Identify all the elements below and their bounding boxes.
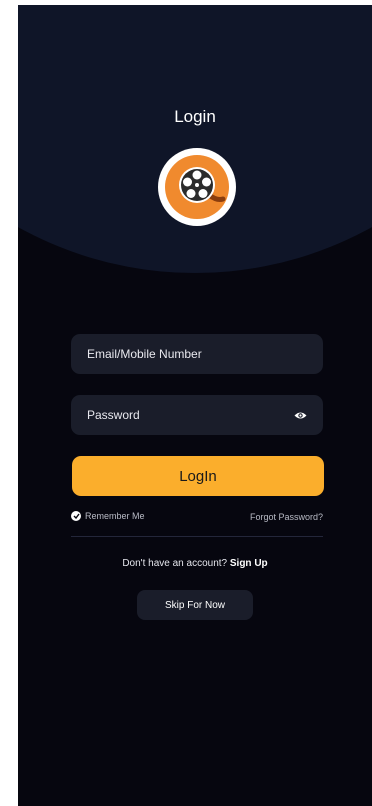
skip-for-now-button[interactable]: Skip For Now [137, 590, 253, 620]
header-background [18, 5, 372, 273]
eye-icon[interactable] [293, 408, 307, 422]
signup-prompt: Don't have an account? Sign Up [18, 558, 372, 569]
email-input[interactable] [87, 347, 307, 361]
forgot-password-link[interactable]: Forgot Password? [250, 512, 323, 522]
login-button[interactable]: LogIn [72, 456, 324, 496]
remember-me-label: Remember Me [85, 511, 145, 521]
login-screen: Login LogIn [18, 5, 372, 806]
signup-prompt-text: Don't have an account? [122, 558, 228, 569]
signup-link[interactable]: Sign Up [230, 558, 268, 569]
divider [71, 536, 323, 537]
film-reel-icon [158, 148, 236, 226]
password-field[interactable] [71, 395, 323, 435]
checkmark-icon[interactable] [71, 511, 81, 521]
email-field[interactable] [71, 334, 323, 374]
password-input[interactable] [87, 408, 293, 422]
remember-me-checkbox[interactable]: Remember Me [71, 511, 145, 521]
page-title: Login [174, 107, 216, 126]
